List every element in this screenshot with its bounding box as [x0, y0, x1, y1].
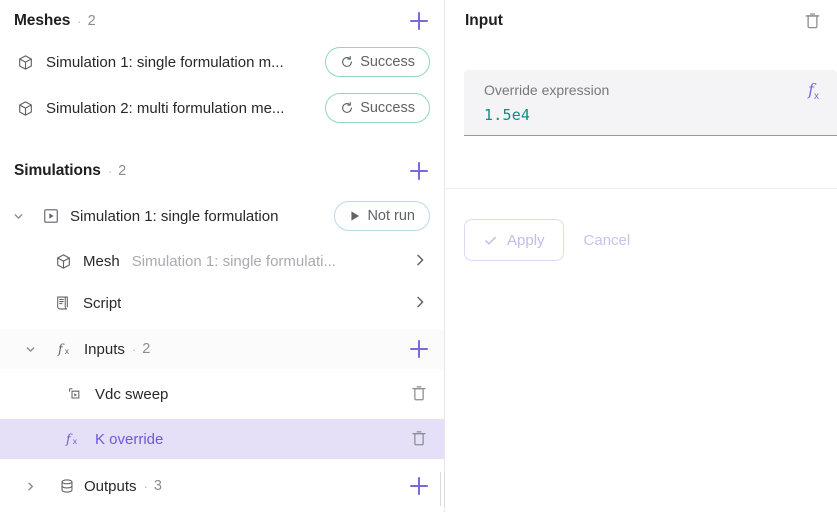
meshes-title: Meshes [14, 12, 71, 29]
input-panel-header: Input [445, 0, 837, 42]
play-icon [349, 210, 361, 222]
status-badge-label: Success [360, 100, 415, 116]
fx-icon: f x [56, 338, 78, 360]
mesh-item-label: Simulation 2: multi formulation me... [46, 99, 285, 117]
outputs-group-label: Outputs [84, 477, 137, 495]
add-input-button[interactable] [408, 338, 430, 360]
svg-text:f: f [57, 342, 65, 357]
meshes-count: 2 [87, 13, 96, 29]
status-badge-label: Not run [367, 208, 415, 224]
add-simulation-button[interactable] [408, 160, 430, 182]
mesh-list-item[interactable]: Simulation 2: multi formulation me... Su… [0, 88, 444, 128]
rerun-icon [340, 55, 354, 69]
simulations-count: 2 [118, 163, 127, 179]
meshes-separator: · [77, 13, 82, 29]
mesh-row-value: Simulation 1: single formulati... [131, 252, 336, 270]
simulation-mesh-row[interactable]: Mesh Simulation 1: single formulati... [0, 241, 444, 281]
meshes-section-header: Meshes · 2 [0, 0, 444, 42]
chevron-down-icon[interactable] [20, 339, 40, 359]
mesh-row-label: Mesh [83, 252, 120, 270]
input-item-label: K override [95, 430, 164, 448]
inputs-separator: · [131, 341, 137, 357]
override-expression-value[interactable]: 1.5e4 [484, 106, 823, 124]
apply-button[interactable]: Apply [464, 219, 564, 261]
simulations-separator: · [107, 163, 113, 179]
panel-actions: Apply Cancel [464, 219, 636, 261]
cancel-button[interactable]: Cancel [578, 232, 637, 249]
section-divider [445, 188, 837, 189]
status-badge-success[interactable]: Success [325, 47, 430, 77]
simulation-label: Simulation 1: single formulation [70, 207, 279, 225]
apply-button-label: Apply [507, 231, 545, 249]
simulations-title: Simulations [14, 162, 101, 179]
inputs-group-header[interactable]: f x Inputs · 2 [0, 329, 444, 369]
status-badge-success[interactable]: Success [325, 93, 430, 123]
override-expression-label: Override expression [484, 82, 610, 98]
status-badge-not-run[interactable]: Not run [334, 201, 430, 231]
outputs-separator: · [143, 478, 148, 494]
mesh-item-label: Simulation 1: single formulation m... [46, 53, 284, 71]
svg-text:f: f [65, 432, 73, 447]
grip-line [440, 472, 441, 506]
input-list-item-selected[interactable]: f x K override [0, 419, 444, 459]
add-output-button[interactable] [408, 475, 430, 497]
inputs-count: 2 [142, 341, 151, 357]
chevron-right-icon[interactable] [20, 476, 40, 496]
delete-input-button[interactable] [410, 429, 430, 449]
chevron-right-icon[interactable] [412, 294, 430, 312]
svg-text:x: x [73, 436, 78, 446]
database-icon [56, 475, 78, 497]
chevron-down-icon[interactable] [8, 206, 28, 226]
right-panel: Input Override expression 1.5e4 fx Apply… [445, 0, 837, 512]
script-row-label: Script [83, 294, 122, 312]
delete-button[interactable] [803, 11, 823, 31]
fx-icon: f x [64, 428, 86, 450]
outputs-group-header[interactable]: Outputs · 3 [0, 466, 444, 506]
add-mesh-button[interactable] [408, 10, 430, 32]
mesh-list-item[interactable]: Simulation 1: single formulation m... Su… [0, 42, 444, 82]
rerun-icon [340, 101, 354, 115]
input-list-item[interactable]: Vdc sweep [0, 374, 444, 414]
check-icon [483, 233, 498, 248]
left-panel: Meshes · 2 Simulation 1: single formulat… [0, 0, 444, 512]
outputs-count: 3 [153, 478, 162, 494]
cube-icon [14, 97, 36, 119]
svg-text:x: x [65, 346, 70, 356]
cube-icon [14, 51, 36, 73]
cube-icon [52, 250, 74, 272]
simulations-section-header: Simulations · 2 [0, 150, 444, 192]
script-icon [52, 292, 74, 314]
input-item-label: Vdc sweep [95, 385, 169, 403]
inputs-group-label: Inputs [84, 340, 125, 358]
fx-icon[interactable]: fx [808, 80, 819, 102]
chevron-right-icon[interactable] [412, 252, 430, 270]
status-badge-label: Success [360, 54, 415, 70]
simulation-tree-item[interactable]: Simulation 1: single formulation Not run [0, 196, 444, 236]
app-root: Meshes · 2 Simulation 1: single formulat… [0, 0, 837, 512]
simulation-script-row[interactable]: Script [0, 283, 444, 323]
override-expression-field[interactable]: Override expression 1.5e4 fx [464, 70, 837, 136]
delete-input-button[interactable] [410, 384, 430, 404]
panel-title: Input [465, 12, 503, 29]
simulation-icon [40, 205, 62, 227]
sweep-icon [64, 383, 86, 405]
